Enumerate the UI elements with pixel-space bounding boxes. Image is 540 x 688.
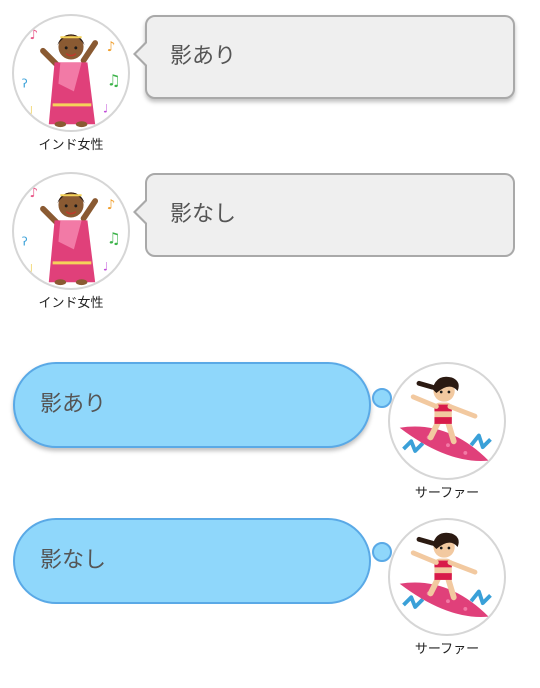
- thought-bubble: 影なし: [13, 518, 371, 604]
- speech-bubble: 影あり: [133, 15, 515, 99]
- svg-text:♩: ♩: [28, 262, 33, 276]
- svg-text:♩: ♩: [103, 102, 108, 116]
- message-text: 影なし: [170, 202, 237, 227]
- avatar-name: サーファー: [414, 642, 480, 657]
- indian-woman-icon: ♪ ♪ ʔ ♫ ♩ ♩: [12, 172, 130, 290]
- svg-text:♩: ♩: [103, 260, 108, 274]
- message-text: 影あり: [170, 44, 237, 69]
- svg-text:♫: ♫: [107, 230, 121, 248]
- svg-text:♪: ♪: [107, 39, 116, 55]
- indian-woman-icon: ♪ ♪ ʔ ♫ ♩ ♩: [12, 14, 130, 132]
- avatar-block: ♪ ♪ ʔ ♫ ♩ ♩ インド女性: [10, 172, 132, 312]
- avatar-name: インド女性: [38, 138, 104, 153]
- svg-text:♪: ♪: [107, 197, 116, 213]
- svg-text:♪: ♪: [29, 27, 38, 43]
- avatar-name: インド女性: [38, 296, 104, 311]
- surfer-icon: [388, 518, 506, 636]
- svg-text:♪: ♪: [29, 185, 38, 201]
- bubble-tail-inner: [136, 200, 148, 224]
- svg-text:♫: ♫: [107, 72, 121, 90]
- avatar-block: ♪ ♪ ʔ ♫ ♩ ♩ インド女性: [10, 14, 132, 154]
- surfer-icon: [388, 362, 506, 480]
- avatar-name: サーファー: [414, 486, 480, 501]
- message-text: 影あり: [40, 392, 107, 417]
- svg-text:ʔ: ʔ: [22, 234, 28, 248]
- svg-text:ʔ: ʔ: [22, 76, 28, 90]
- bubble-tail-inner: [136, 42, 148, 66]
- message-text: 影なし: [40, 548, 107, 573]
- avatar-block: サーファー: [386, 518, 508, 658]
- avatar-block: サーファー: [386, 362, 508, 502]
- speech-bubble: 影なし: [133, 173, 515, 257]
- svg-text:♩: ♩: [28, 104, 33, 118]
- thought-bubble: 影あり: [13, 362, 371, 448]
